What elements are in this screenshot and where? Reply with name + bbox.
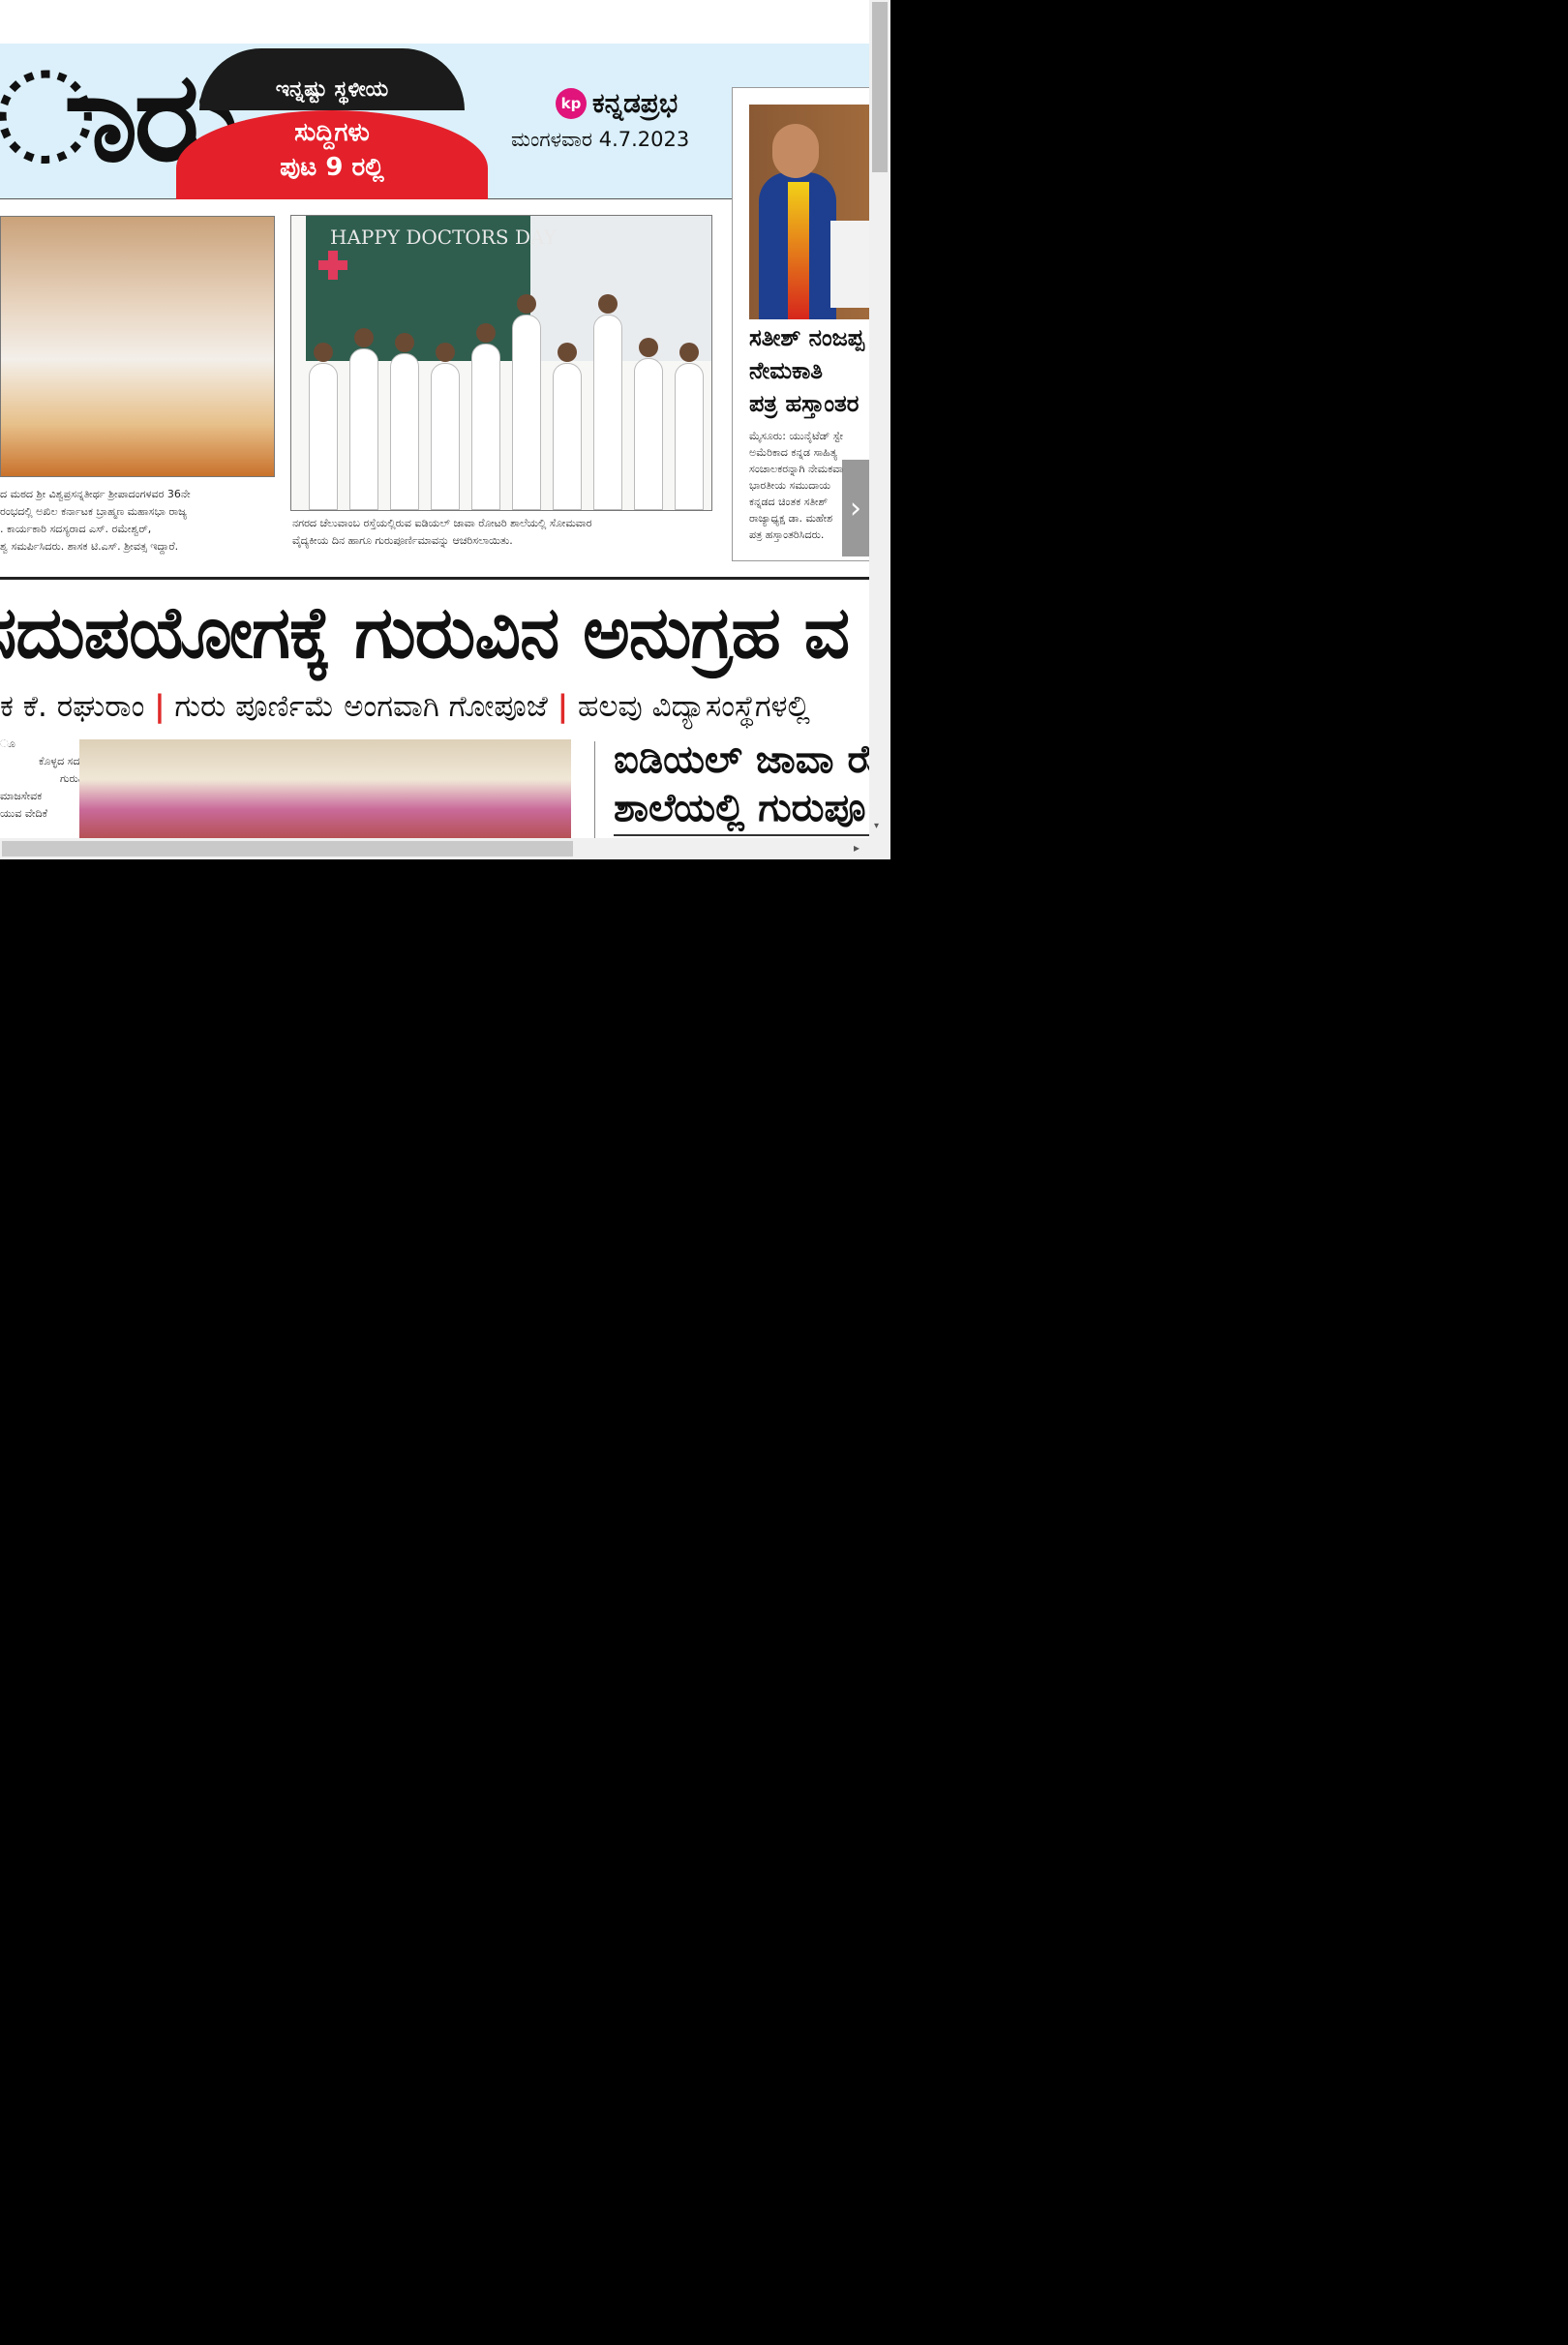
photo2-caption: ನಗರದ ಚೆಲುವಾಂಬ ರಸ್ತೆಯಲ್ಲಿರುವ ಐಡಿಯಲ್ ಜಾವಾ …	[292, 515, 592, 550]
edition-date: ಮಂಗಳವಾರ 4.7.2023	[511, 128, 690, 151]
child-figure	[349, 328, 378, 510]
caption-line: . ಕಾರ್ಯಕಾರಿ ಸದಸ್ಯರಾದ ಎಸ್. ರಮೇಶ್ವರ್,	[0, 523, 152, 535]
column-line: ಕೊಳ್ಳದ ಸದು	[39, 755, 84, 767]
local-news-badge: ಇನ್ನಷ್ಟು ಸ್ಥಳೀಯ ಸುದ್ದಿಗಳು ಪುಟ 9 ರಲ್ಲಿ	[176, 48, 488, 199]
newspaper-page: ಾರು ಇನ್ನಷ್ಟು ಸ್ಥಳೀಯ ಸುದ್ದಿಗಳು ಪುಟ 9 ರಲ್ಲ…	[0, 0, 869, 838]
column-line: ಮಾಜಸೇವಕ	[0, 790, 43, 802]
brand: kp ಕನ್ನಡಪ್ರಭ	[556, 87, 678, 120]
sidebar-headline-line: ನೇಮಕಾತಿ	[749, 357, 824, 384]
child-figure	[675, 343, 704, 510]
child-figure	[471, 323, 500, 510]
caption-line: ನಗರದ ಚೆಲುವಾಂಬ ರಸ್ತೆಯಲ್ಲಿರುವ ಐಡಿಯಲ್ ಜಾವಾ …	[292, 517, 592, 529]
figure-shawl	[788, 182, 809, 319]
photo1-caption: ದ ಮಠದ ಶ್ರೀ ವಿಶ್ವಪ್ರಸನ್ನತೀರ್ಥ ಶ್ರೀಪಾದಂಗಳವ…	[0, 486, 261, 556]
main-subheadline: ಕ ಕೆ. ರಘುರಾಂ | ಗುರು ಪೂರ್ಣಿಮೆ ಅಂಗವಾಗಿ ಗೋಪ…	[0, 683, 810, 730]
photo-guru-purnima-group	[79, 739, 571, 838]
scroll-down-arrow-icon[interactable]: ▾	[874, 821, 879, 831]
board-text: HAPPY DOCTORS DAY	[330, 225, 557, 249]
subhead-part: ಕ ಕೆ. ರಘುರಾಂ	[0, 689, 145, 724]
main-headline: ಸದುಪಯೋಗಕ್ಕೆ ಗುರುವಿನ ಅನುಗ್ರಹ ವ	[0, 591, 850, 675]
sidebar-body-line: ಮೈಸೂರು: ಯುನೈಟೆಡ್ ಸ್ಟೇ	[749, 430, 844, 442]
caption-line: ದ ಮಠದ ಶ್ರೀ ವಿಶ್ವಪ್ರಸನ್ನತೀರ್ಥ ಶ್ರೀಪಾದಂಗಳವ…	[0, 488, 191, 500]
sidebar-headline-line: ಸತೀಶ್ ನಂಜಪ್ಪ	[749, 324, 864, 351]
caption-line: ರಂಭದಲ್ಲಿ ಅಖಿಲ ಕರ್ನಾಟಕ ಬ್ರಾಹ್ಮಣ ಮಹಾಸಭಾ ರಾ…	[0, 505, 187, 518]
sidebar-body-line: ಅಮೆರಿಕಾದ ಕನ್ನಡ ಸಾಹಿತ್ಯ	[749, 446, 838, 459]
horizontal-scroll-thumb[interactable]	[2, 841, 573, 857]
photo-swamiji-felicitation	[0, 216, 275, 477]
subhead-part: ಹಲವು ವಿದ್ಯಾಸಂಸ್ಥೆಗಳಲ್ಲಿ	[577, 689, 810, 724]
caption-line: ಶ್ವ ಸಮರ್ಪಿಸಿದರು. ಶಾಸಕ ಟಿ.ಎಸ್. ಶ್ರೀವತ್ಸ ಇ…	[0, 540, 179, 553]
child-figure	[431, 343, 460, 510]
section-divider	[0, 577, 869, 580]
page-viewer: ಾರು ಇನ್ನಷ್ಟು ಸ್ಥಳೀಯ ಸುದ್ದಿಗಳು ಪುಟ 9 ರಲ್ಲ…	[0, 0, 890, 859]
column-line: ೂ	[0, 737, 15, 750]
vertical-scrollbar[interactable]: ▾	[869, 0, 890, 838]
right-headline-line: ಶಾಲೆಯಲ್ಲಿ ಗುರುಪೂ	[614, 786, 866, 830]
child-figure	[593, 294, 622, 510]
horizontal-scrollbar[interactable]: ▸	[0, 838, 869, 859]
chevron-right-icon: ›	[850, 491, 861, 526]
column-line: ಯುವ ವೇದಿಕೆ	[0, 807, 48, 820]
sidebar-body-line: ಕನ್ನಡದ ಚಿಂತಕ ಸತೀಶ್	[749, 496, 829, 508]
child-figure	[512, 294, 541, 510]
red-cross-icon	[318, 251, 347, 280]
column-line: ಗುರುವಿನ	[60, 772, 91, 785]
page-top-margin	[0, 0, 869, 44]
right-headline-line: ಐಡಿಯಲ್ ಜಾವಾ ರೋ	[614, 737, 869, 782]
caption-line: ವೈದ್ಯಕೀಯ ದಿನ ಹಾಗೂ ಗುರುಪೂರ್ಣಿಮಾವನ್ನು ಆಚರಿ…	[292, 534, 513, 547]
photo-satish-nanjappa	[749, 105, 869, 319]
sidebar-headline: ಸತೀಶ್ ನಂಜಪ್ಪ ನೇಮಕಾತಿ ಪತ್ರ ಹಸ್ತಾಂತರ	[749, 321, 864, 420]
right-headline: ಐಡಿಯಲ್ ಜಾವಾ ರೋ ಶಾಲೆಯಲ್ಲಿ ಗುರುಪೂ	[614, 736, 869, 832]
subhead-separator: |	[154, 689, 166, 724]
sidebar-body: ಮೈಸೂರು: ಯುನೈಟೆಡ್ ಸ್ಟೇ ಅಮೆರಿಕಾದ ಕನ್ನಡ ಸಾಹ…	[749, 428, 843, 543]
sidebar-headline-line: ಪತ್ರ ಹಸ್ತಾಂತರ	[749, 390, 859, 417]
figure-head	[772, 124, 819, 178]
vertical-scroll-thumb[interactable]	[872, 2, 888, 172]
child-figure	[634, 338, 663, 510]
subhead-separator: |	[557, 689, 569, 724]
child-figure	[309, 343, 338, 510]
next-page-button[interactable]: ›	[842, 460, 869, 556]
scroll-right-arrow-icon[interactable]: ▸	[854, 841, 859, 855]
child-figure	[553, 343, 582, 510]
photo-doctors-day-kids: HAPPY DOCTORS DAY	[290, 215, 712, 511]
badge-line-2: ಸುದ್ದಿಗಳು	[294, 118, 370, 147]
brand-name: ಕನ್ನಡಪ್ರಭ	[592, 87, 678, 119]
sidebar-body-line: ಭಾರತೀಯ ಸಮುದಾಯ	[749, 479, 831, 492]
badge-line-3: ಪುಟ 9 ರಲ್ಲಿ	[280, 153, 384, 182]
figure-certificate	[830, 221, 869, 308]
sidebar-body-line: ಪತ್ರ ಹಸ್ತಾಂತರಿಸಿದರು.	[749, 528, 825, 541]
brand-logo-icon: kp	[556, 88, 587, 119]
scrollbar-corner	[869, 838, 890, 859]
right-headline-underline	[614, 834, 869, 836]
child-figure	[390, 333, 419, 510]
left-column-text: ೂ ಕೊಳ್ಳದ ಸದು ಗುರುವಿನ ಮಾಜಸೇವಕ ಯುವ ವೇದಿಕೆ	[0, 736, 91, 823]
badge-line-1: ಇನ್ನಷ್ಟು ಸ್ಥಳೀಯ	[275, 77, 389, 102]
subhead-part: ಗುರು ಪೂರ್ಣಿಮೆ ಅಂಗವಾಗಿ ಗೋಪೂಜೆ	[174, 689, 548, 724]
sidebar-body-line: ಸಂಚಾಲಕರನ್ನಾಗಿ ನೇಮಕವಾ	[749, 463, 844, 475]
sidebar-body-line: ರಾಜ್ಯಾಧ್ಯಕ್ಷ ಡಾ. ಮಹೇಶ	[749, 512, 833, 525]
column-divider	[594, 741, 595, 838]
